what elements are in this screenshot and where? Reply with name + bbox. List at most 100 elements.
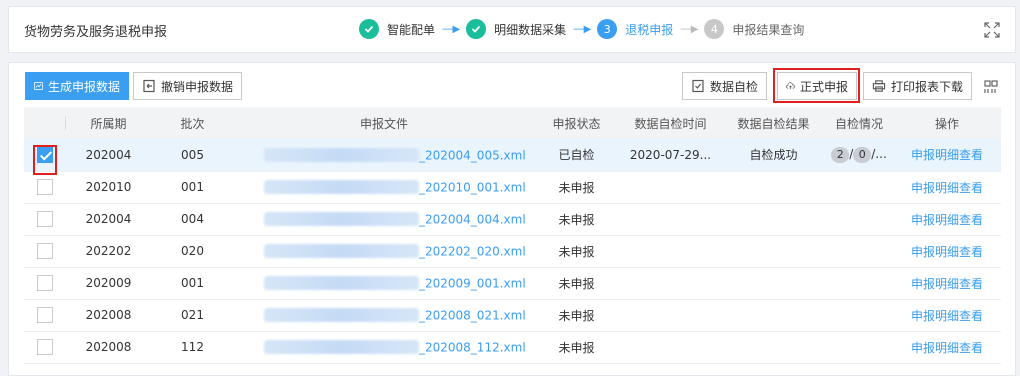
view-detail-link[interactable]: 申报明细查看 bbox=[911, 309, 983, 323]
generate-data-button[interactable]: 生成申报数据 bbox=[25, 72, 129, 100]
check-result-cell bbox=[722, 331, 825, 364]
revoke-data-label: 撤销申报数据 bbox=[160, 79, 233, 94]
row-checkbox[interactable] bbox=[37, 179, 53, 195]
operation-cell: 申报明细查看 bbox=[893, 267, 1001, 300]
row-checkbox[interactable] bbox=[37, 211, 53, 227]
table-row[interactable]: 202202 020 _202202_020.xml 未申报 申报明细查看 bbox=[24, 235, 1001, 268]
row-checkbox-cell bbox=[24, 299, 66, 332]
table-row[interactable]: 202004 004 _202004_004.xml 未申报 申报明细查看 bbox=[24, 203, 1001, 236]
check-result-cell bbox=[722, 267, 825, 300]
batch-cell: 020 bbox=[151, 235, 234, 268]
file-link[interactable]: _202008_021.xml bbox=[419, 308, 526, 322]
header-bar: 货物劳务及服务退税申报 智能配单 ----▶ 明细数据采集 ----▶ 3 退税… bbox=[8, 6, 1016, 53]
operation-cell: 申报明细查看 bbox=[893, 331, 1001, 364]
table-row[interactable]: 202004 005 _202004_005.xml 已自检 2020-07-2… bbox=[24, 139, 1001, 172]
period-cell: 202004 bbox=[66, 139, 151, 172]
generate-data-label: 生成申报数据 bbox=[47, 79, 120, 94]
table-row[interactable]: 202010 001 _202010_001.xml 未申报 申报明细查看 bbox=[24, 171, 1001, 204]
column-header: 所属期 bbox=[66, 107, 151, 139]
check-detail-cell bbox=[825, 299, 893, 332]
row-checkbox-cell bbox=[24, 267, 66, 300]
column-header: 自检情况 bbox=[825, 107, 893, 139]
view-detail-link[interactable]: 申报明细查看 bbox=[911, 181, 983, 195]
check-result-cell bbox=[722, 203, 825, 236]
step-arrow: ----▶ bbox=[573, 23, 591, 35]
redacted-filename bbox=[264, 148, 419, 162]
file-link[interactable]: _202010_001.xml bbox=[419, 180, 526, 194]
period-cell: 202004 bbox=[66, 203, 151, 236]
check-time-cell: 2020-07-29... bbox=[619, 139, 722, 172]
page-title: 货物劳务及服务退税申报 bbox=[24, 25, 168, 40]
view-detail-link[interactable]: 申报明细查看 bbox=[911, 277, 983, 291]
column-header: 批次 bbox=[151, 107, 234, 139]
step-1: 智能配单 bbox=[359, 19, 435, 39]
column-header: 申报文件 bbox=[234, 107, 534, 139]
file-link[interactable]: _202004_004.xml bbox=[419, 212, 526, 226]
file-link[interactable]: _202009_001.xml bbox=[419, 276, 526, 290]
file-link[interactable]: _202008_112.xml bbox=[419, 340, 526, 354]
step-number: 3 bbox=[597, 19, 618, 39]
row-checkbox[interactable] bbox=[37, 243, 53, 259]
more-indicator: /... bbox=[871, 146, 887, 161]
step-label: 明细数据采集 bbox=[494, 22, 567, 37]
row-checkbox-cell bbox=[24, 171, 66, 204]
row-checkbox-cell bbox=[24, 331, 66, 364]
print-download-label: 打印报表下载 bbox=[890, 79, 963, 94]
print-download-button[interactable]: 打印报表下载 bbox=[863, 72, 972, 100]
table-row[interactable]: 202008 112 _202008_112.xml 未申报 申报明细查看 bbox=[24, 331, 1001, 364]
view-detail-link[interactable]: 申报明细查看 bbox=[911, 245, 983, 259]
check-time-cell bbox=[619, 267, 722, 300]
step-label: 智能配单 bbox=[387, 22, 436, 37]
file-link[interactable]: _202202_020.xml bbox=[419, 244, 526, 258]
file-cell: _202004_004.xml bbox=[234, 203, 534, 236]
declaration-table: 所属期 批次 申报文件 申报状态 数据自检时间 数据自检结果 自检情况 操作 2… bbox=[24, 107, 1001, 364]
count-badge: 2 bbox=[831, 146, 850, 163]
table-row[interactable]: 202009 001 _202009_001.xml 未申报 申报明细查看 bbox=[24, 267, 1001, 300]
file-cell: _202008_021.xml bbox=[234, 299, 534, 332]
fullscreen-icon[interactable] bbox=[983, 21, 1001, 39]
redacted-filename bbox=[264, 340, 419, 355]
view-detail-link[interactable]: 申报明细查看 bbox=[911, 148, 983, 162]
self-check-button[interactable]: 数据自检 bbox=[682, 72, 767, 100]
column-settings-icon[interactable] bbox=[984, 80, 998, 97]
status-cell: 未申报 bbox=[534, 171, 619, 204]
step-arrow: ----▶ bbox=[442, 23, 460, 35]
undo-icon bbox=[143, 79, 155, 93]
operation-cell: 申报明细查看 bbox=[893, 203, 1001, 236]
step-3: 3 退税申报 bbox=[597, 19, 673, 39]
view-detail-link[interactable]: 申报明细查看 bbox=[911, 341, 983, 355]
file-cell: _202010_001.xml bbox=[234, 171, 534, 204]
operation-cell: 申报明细查看 bbox=[893, 139, 1001, 172]
batch-cell: 001 bbox=[151, 267, 234, 300]
file-link[interactable]: _202004_005.xml bbox=[419, 148, 526, 162]
row-checkbox[interactable] bbox=[37, 339, 53, 355]
step-number: 4 bbox=[704, 19, 725, 39]
step-2: 明细数据采集 bbox=[466, 19, 566, 39]
step-label: 退税申报 bbox=[625, 22, 674, 37]
check-result-cell: 自检成功 bbox=[722, 139, 825, 172]
period-cell: 202008 bbox=[66, 331, 151, 364]
step-label: 申报结果查询 bbox=[732, 22, 805, 37]
operation-cell: 申报明细查看 bbox=[893, 235, 1001, 268]
operation-cell: 申报明细查看 bbox=[893, 171, 1001, 204]
status-cell: 未申报 bbox=[534, 299, 619, 332]
check-result-cell bbox=[722, 299, 825, 332]
table-row[interactable]: 202008 021 _202008_021.xml 未申报 申报明细查看 bbox=[24, 299, 1001, 332]
view-detail-link[interactable]: 申报明细查看 bbox=[911, 213, 983, 227]
check-detail-cell bbox=[825, 171, 893, 204]
row-checkbox[interactable] bbox=[37, 307, 53, 323]
check-detail-cell bbox=[825, 203, 893, 236]
batch-cell: 004 bbox=[151, 203, 234, 236]
batch-cell: 001 bbox=[151, 171, 234, 204]
file-cell: _202202_020.xml bbox=[234, 235, 534, 268]
revoke-data-button[interactable]: 撤销申报数据 bbox=[133, 72, 242, 100]
status-cell: 未申报 bbox=[534, 203, 619, 236]
header-checkbox-cell bbox=[24, 107, 66, 139]
period-cell: 202202 bbox=[66, 235, 151, 268]
check-time-cell bbox=[619, 171, 722, 204]
file-cell: _202004_005.xml bbox=[234, 139, 534, 172]
row-checkbox[interactable] bbox=[37, 275, 53, 291]
column-header: 数据自检结果 bbox=[722, 107, 825, 139]
batch-cell: 112 bbox=[151, 331, 234, 364]
count-badge: 0 bbox=[853, 146, 872, 163]
